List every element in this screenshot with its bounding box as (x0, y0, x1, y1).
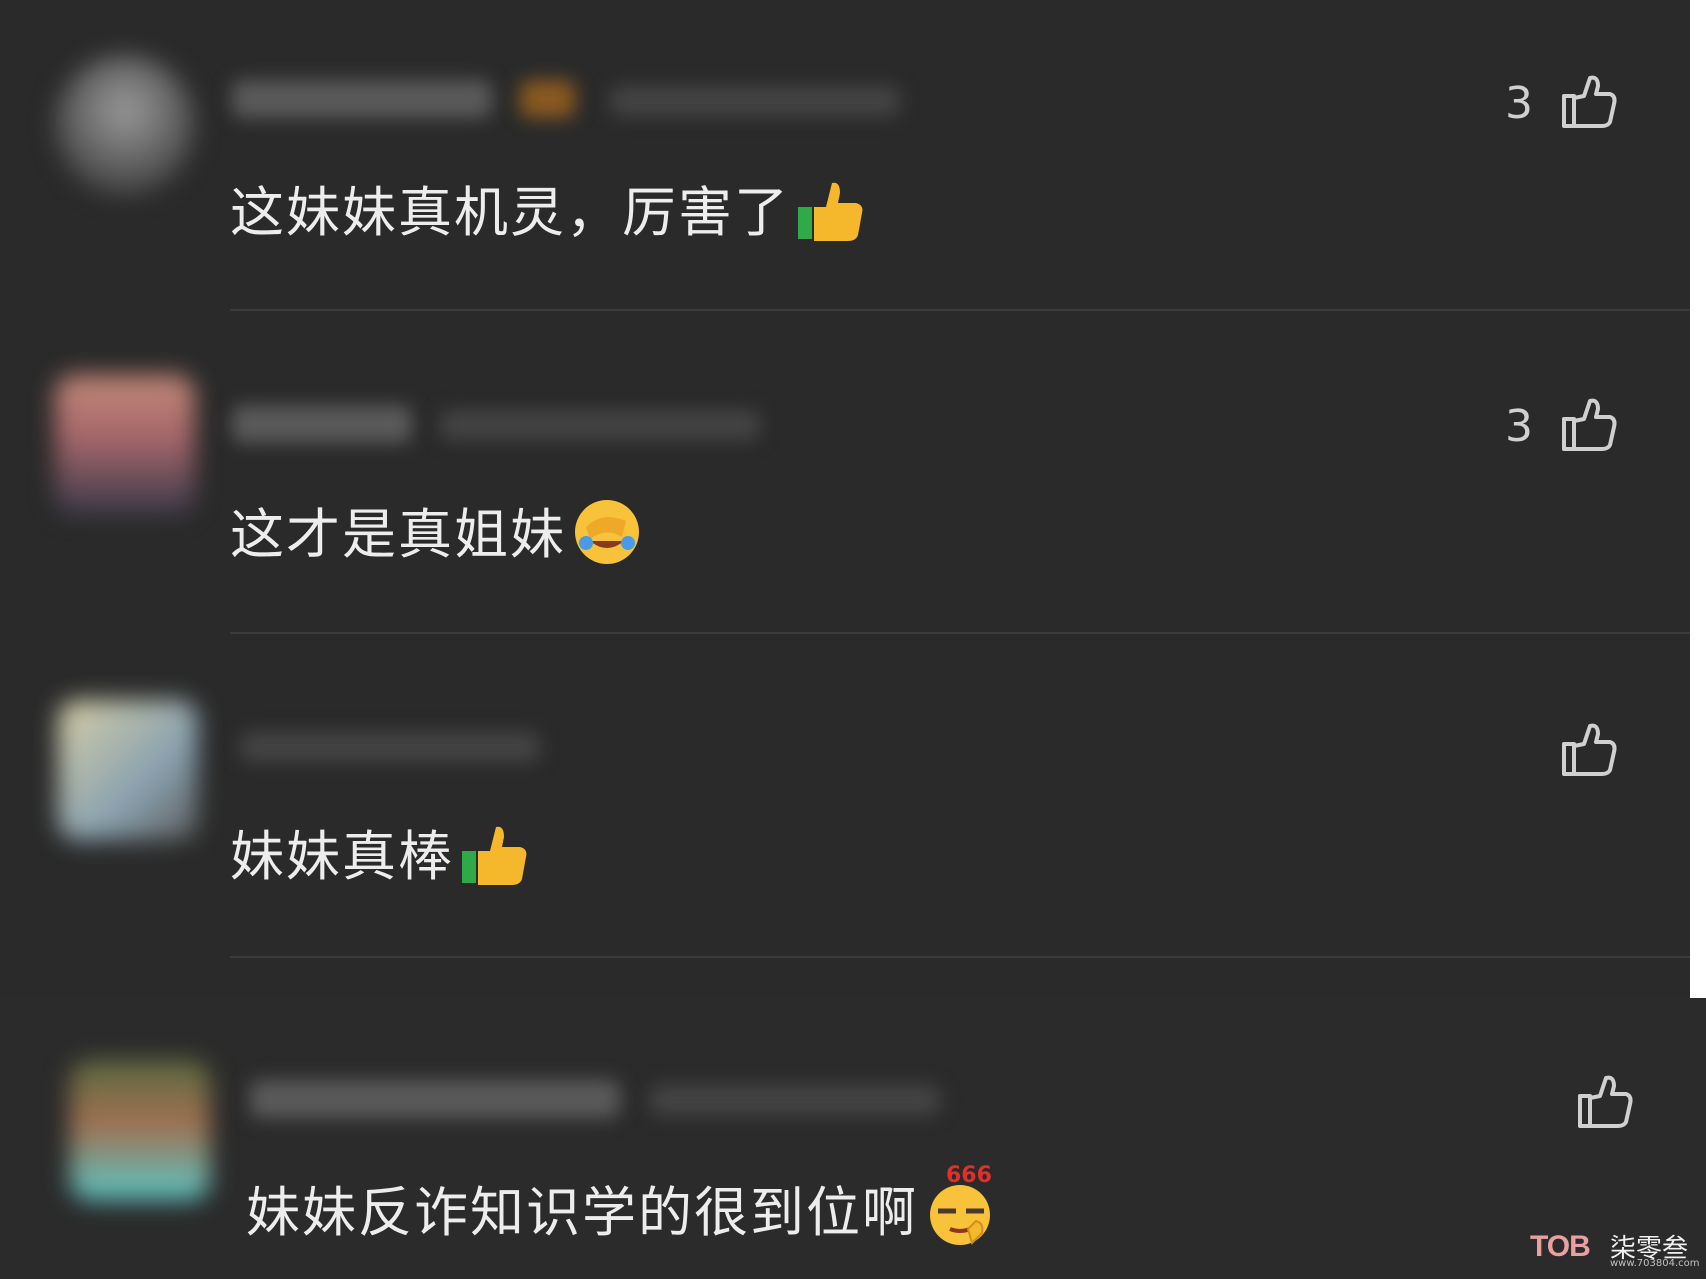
meta-blurred (650, 1085, 940, 1115)
comment-text: 这才是真姐妹 (230, 490, 642, 580)
watermark: TOB 柒零叁 www.703804.com (1530, 1228, 1700, 1270)
avatar[interactable] (55, 375, 195, 515)
avatar[interactable] (55, 55, 195, 195)
divider (230, 956, 1690, 958)
facepalm-laugh-emoji (572, 497, 642, 580)
watermark-url: www.703804.com (1610, 1258, 1700, 1269)
avatar[interactable] (58, 700, 198, 840)
comment-text-content: 妹妹反诈知识学的很到位啊 (246, 1181, 918, 1244)
meta-blurred (440, 410, 760, 440)
divider (230, 309, 1690, 311)
666-emoji: 666 (924, 1163, 998, 1260)
meta-blurred (240, 732, 540, 762)
meta-blurred (610, 86, 900, 116)
comment-text: 妹妹真棒 (230, 812, 530, 900)
comment-text: 妹妹反诈知识学的很到位啊 666 (246, 1163, 998, 1260)
comment-text-content: 这妹妹真机灵，厉害了 (230, 181, 790, 244)
comment-text-content: 妹妹真棒 (230, 825, 454, 888)
username-blurred[interactable] (250, 1080, 620, 1118)
like-count: 3 (1505, 78, 1533, 129)
thumbs-up-outline-icon[interactable] (1560, 72, 1618, 130)
divider (230, 632, 1690, 634)
user-badge-blurred (520, 80, 575, 118)
avatar[interactable] (70, 1060, 210, 1200)
thumbs-up-outline-icon[interactable] (1560, 395, 1618, 453)
thumbs-up-outline-icon[interactable] (1560, 720, 1618, 778)
comment-text: 这妹妹真机灵，厉害了 (230, 168, 866, 256)
thumbs-up-outline-icon[interactable] (1576, 1072, 1634, 1130)
edge-strip (1690, 0, 1706, 998)
thumbs-up-emoji (796, 177, 866, 256)
username-blurred[interactable] (232, 405, 412, 443)
like-count: 3 (1505, 401, 1533, 452)
thumbs-up-emoji (460, 821, 530, 900)
watermark-logo: TOB (1530, 1230, 1591, 1263)
username-blurred[interactable] (232, 80, 492, 118)
comment-text-content: 这才是真姐妹 (230, 503, 566, 566)
emoji-label: 666 (946, 1162, 992, 1188)
